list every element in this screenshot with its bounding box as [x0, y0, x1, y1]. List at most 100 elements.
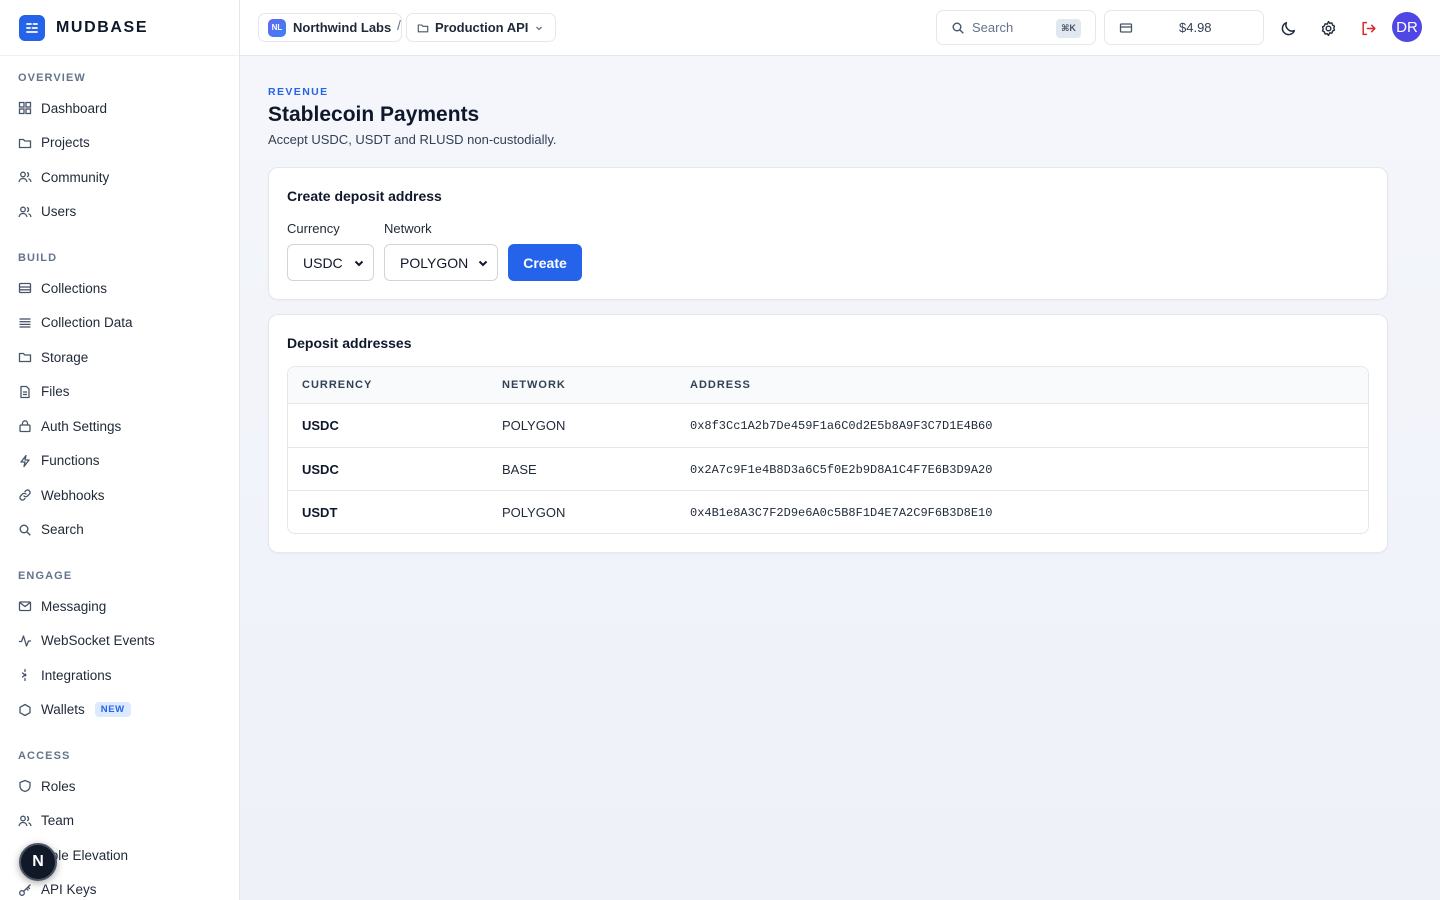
sidebar-item-webhooks[interactable]: Webhooks — [0, 478, 239, 513]
database-icon — [18, 281, 32, 295]
settings-button[interactable] — [1316, 16, 1340, 40]
sidebar-item-label: Collections — [41, 280, 108, 296]
cell-currency: USDT — [302, 505, 338, 520]
nav-section-title: ACCESS — [18, 750, 71, 762]
sidebar-item-users[interactable]: Users — [0, 195, 239, 230]
column-header-network: NETWORK — [502, 379, 566, 391]
sidebar-item-functions[interactable]: Functions — [0, 444, 239, 479]
currency-value: USDC — [303, 254, 343, 271]
sidebar-item-collections[interactable]: Collections — [0, 271, 239, 306]
sidebar-item-label: Users — [41, 204, 77, 220]
sidebar-item-wallets[interactable]: Wallets NEW — [0, 693, 239, 728]
sidebar-item-team[interactable]: Team — [0, 804, 239, 839]
lock-icon — [18, 419, 32, 433]
moon-icon — [1281, 21, 1295, 35]
users-icon — [18, 814, 32, 828]
create-button[interactable]: Create — [508, 244, 582, 281]
nav-access-section: ACCESS — [0, 748, 70, 764]
sidebar-item-label: Integrations — [41, 667, 112, 683]
users-icon — [18, 170, 32, 184]
sidebar-item-roles[interactable]: Roles — [0, 769, 239, 804]
main-content: REVENUE Stablecoin Payments Accept USDC,… — [240, 56, 1440, 900]
sidebar-item-files[interactable]: Files — [0, 375, 239, 410]
users-icon — [18, 205, 32, 219]
mail-icon — [18, 599, 32, 613]
sidebar-item-label: Wallets — [41, 702, 85, 718]
sidebar-item-storage[interactable]: Storage — [0, 340, 239, 375]
new-badge: NEW — [94, 702, 131, 718]
sidebar-item-dashboard[interactable]: Dashboard — [0, 91, 239, 126]
list-icon — [18, 316, 32, 330]
sidebar-item-websocket-events[interactable]: WebSocket Events — [0, 624, 239, 659]
cell-address[interactable]: 0x8f3Cc1A2b7De459F1a6C0d2E5b8A9F3C7D1E4B… — [690, 419, 992, 433]
logout-button[interactable] — [1356, 16, 1380, 40]
org-name: Northwind Labs — [293, 20, 392, 35]
network-value: POLYGON — [400, 254, 469, 271]
cell-address[interactable]: 0x4B1e8A3C7F2D9e6A0c5B8F1D4E7A2C9F6B3D8E… — [690, 506, 992, 520]
folder-icon — [417, 23, 429, 32]
cell-currency: USDC — [302, 461, 339, 477]
project-switcher[interactable]: Production API — [406, 13, 557, 42]
gear-icon — [1321, 20, 1335, 36]
sidebar-item-label: Roles — [41, 778, 76, 794]
nav-overview-section: OVERVIEW — [0, 70, 86, 86]
topbar: NL Northwind Labs / Production API Searc… — [240, 0, 1440, 56]
grid-icon — [18, 101, 32, 115]
sidebar: MUDBASE OVERVIEW Dashboard Projects Comm… — [0, 0, 240, 900]
search-icon — [952, 22, 964, 34]
sidebar-item-label: Search — [41, 522, 84, 538]
org-switcher[interactable]: NL Northwind Labs — [258, 13, 403, 42]
folder-icon — [18, 136, 32, 150]
deposit-addresses-table: CURRENCY NETWORK ADDRESS USDC POLYGON 0x… — [287, 366, 1369, 534]
card-title: Deposit addresses — [287, 335, 412, 351]
column-header-address: ADDRESS — [690, 379, 751, 391]
cell-network: POLYGON — [502, 418, 566, 433]
sidebar-item-messaging[interactable]: Messaging — [0, 589, 239, 624]
theme-toggle-button[interactable] — [1276, 16, 1300, 40]
link-icon — [18, 488, 32, 502]
sidebar-item-auth-settings[interactable]: Auth Settings — [0, 409, 239, 444]
sidebar-item-search[interactable]: Search — [0, 513, 239, 548]
nav-section-title: ENGAGE — [18, 570, 73, 582]
table-row: USDC POLYGON 0x8f3Cc1A2b7De459F1a6C0d2E5… — [288, 404, 1368, 448]
sidebar-item-label: Community — [41, 169, 110, 185]
sidebar-item-label: Files — [41, 384, 70, 400]
file-icon — [18, 385, 32, 399]
brand-logo-icon — [19, 14, 45, 41]
cell-currency: USDC — [302, 418, 339, 433]
dev-tools-button[interactable]: N — [19, 843, 57, 881]
sidebar-item-label: Dashboard — [41, 100, 108, 116]
nav-build-section: BUILD — [0, 250, 57, 266]
cell-address[interactable]: 0x2A7c9F1e4B8D3a6C5f0E2b9D8A1C4F7E6B3D9A… — [690, 463, 992, 477]
nav-overview-list: Dashboard Projects Community Users — [0, 91, 239, 230]
hexagon-icon — [18, 703, 32, 717]
page-subtitle: Accept USDC, USDT and RLUSD non-custodia… — [268, 132, 557, 147]
sidebar-item-collection-data[interactable]: Collection Data — [0, 306, 239, 341]
nav-section-title: BUILD — [18, 252, 58, 264]
nav-section-title: OVERVIEW — [18, 72, 86, 84]
sidebar-item-label: WebSocket Events — [41, 633, 155, 649]
avatar[interactable]: DR — [1392, 12, 1422, 42]
sidebar-item-label: Collection Data — [41, 315, 133, 331]
table-row: USDT POLYGON 0x4B1e8A3C7F2D9e6A0c5B8F1D4… — [288, 491, 1368, 533]
sidebar-item-projects[interactable]: Projects — [0, 126, 239, 161]
page-eyebrow: REVENUE — [268, 86, 329, 98]
brand[interactable]: MUDBASE — [0, 0, 239, 56]
project-name: Production API — [435, 20, 529, 35]
currency-label: Currency — [287, 221, 340, 236]
sparkle-icon — [18, 668, 32, 682]
card-title: Create deposit address — [287, 188, 442, 204]
chevron-down-icon — [354, 260, 364, 267]
org-avatar: NL — [268, 18, 286, 37]
sidebar-item-label: API Keys — [41, 882, 97, 898]
bolt-icon — [18, 454, 32, 468]
activity-icon — [18, 634, 32, 648]
search-input[interactable]: Search ⌘K — [936, 10, 1096, 45]
credit-balance-button[interactable]: $4.98 — [1104, 10, 1264, 45]
currency-select[interactable]: USDC — [287, 244, 374, 281]
network-select[interactable]: POLYGON — [384, 244, 498, 281]
sidebar-item-integrations[interactable]: Integrations — [0, 658, 239, 693]
breadcrumb-separator: / — [397, 17, 401, 33]
folder-icon — [18, 350, 32, 364]
sidebar-item-community[interactable]: Community — [0, 160, 239, 195]
